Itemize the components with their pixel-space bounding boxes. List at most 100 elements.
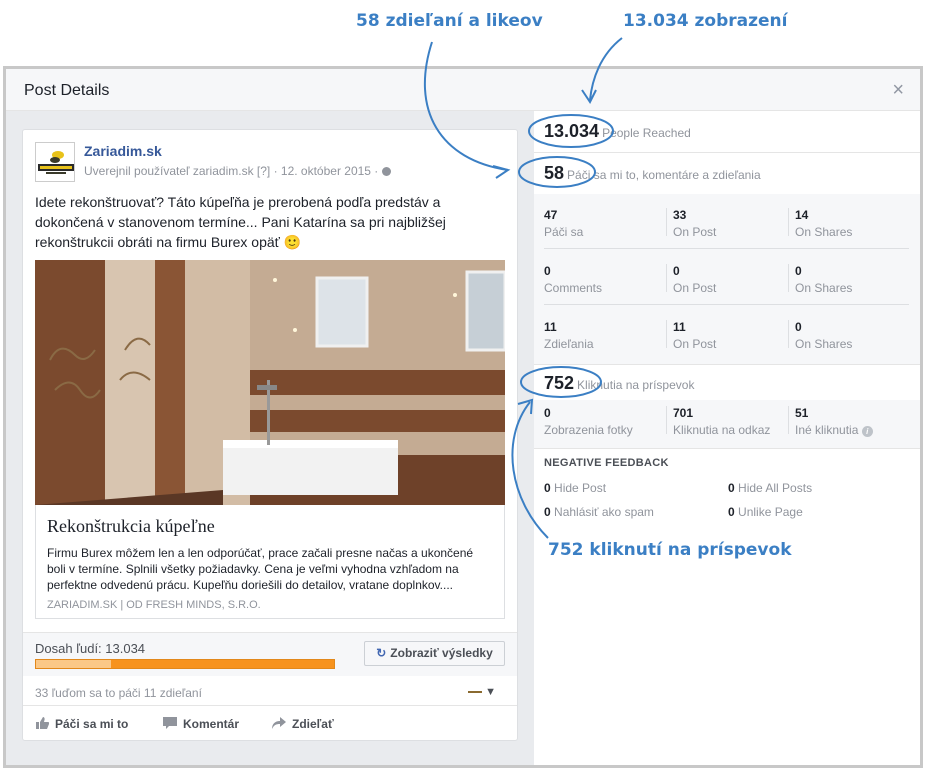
people-reached-stat: 13.034 People Reached (544, 121, 691, 142)
divider (544, 248, 909, 249)
grid-value: 33 (673, 208, 687, 222)
people-reached-label: People Reached (602, 126, 691, 140)
clicks-label: Kliknutia na odkaz (673, 423, 771, 437)
grid-label: Zdieľania (544, 337, 594, 351)
other-clicks-label: Iné kliknutia (795, 423, 859, 437)
info-icon[interactable]: i (861, 426, 873, 437)
divider (534, 448, 920, 449)
like-action-label: Páči sa mi to (55, 717, 129, 731)
clicks-value: 51 (795, 406, 809, 420)
grid-value: 47 (544, 208, 558, 222)
link-description: Firmu Burex môžem len a len odporúčať, p… (47, 546, 474, 592)
divider (788, 320, 789, 348)
grid-label: Comments (544, 281, 603, 295)
post-clicks-stat: 752 Kliknutia na príspevok (544, 373, 694, 394)
grid-label: On Post (673, 337, 717, 351)
negative-feedback-item: 0 Unlike Page (728, 505, 803, 519)
grid-label: On Post (673, 225, 717, 239)
viewer-dropdown[interactable]: ▼ (468, 686, 496, 698)
nf-label: Hide All Posts (738, 481, 813, 495)
grid-cell: 51 Iné kliknutia i (795, 406, 913, 437)
negative-feedback-item: 0 Hide All Posts (728, 481, 812, 495)
post-meta: Uverejnil používateľ zariadim.sk [?] · 1… (84, 164, 391, 178)
reach-label: Dosah ľudí: 13.034 (35, 641, 146, 656)
like-action-button[interactable]: Páči sa mi to (35, 717, 128, 731)
grid-cell: 11 Zdieľania (544, 320, 662, 351)
divider (544, 304, 909, 305)
negative-feedback-item: 0 Nahlásiť ako spam (544, 505, 654, 519)
reach-organic-fill (36, 660, 111, 668)
nf-label: Unlike Page (738, 505, 803, 519)
divider (534, 364, 920, 365)
refresh-icon: ↻ (376, 646, 387, 660)
divider (788, 208, 789, 236)
clicks-label: Iné kliknutia i (795, 423, 913, 437)
clicks-value: 0 (544, 406, 551, 420)
modal-header: Post Details × (6, 69, 920, 111)
globe-icon (381, 167, 391, 176)
nf-value: 0 (728, 481, 735, 495)
comment-action-button[interactable]: Komentár (163, 717, 239, 731)
post-clicks-label: Kliknutia na príspevok (577, 378, 695, 392)
post-meta-text: Uverejnil používateľ zariadim.sk [?] · 1… (84, 164, 382, 178)
grid-value: 0 (544, 264, 551, 278)
action-row: Páči sa mi to Komentár Zdieľať (23, 707, 517, 741)
link-source: ZARIADIM.SK | OD FRESH MINDS, S.R.O. (47, 599, 261, 611)
reactions-breakdown: 47 Páči sa 33 On Post 14 On Shares 0 Comment… (534, 194, 920, 364)
thumbs-up-icon (36, 717, 49, 729)
divider (534, 152, 920, 153)
grid-cell: 33 On Post (673, 208, 791, 239)
close-icon[interactable]: × (892, 79, 904, 102)
reactions-stat: 58 Páči sa mi to, komentáre a zdieľania (544, 163, 761, 184)
post-photo[interactable] (35, 260, 505, 505)
divider (666, 320, 667, 348)
grid-cell: 0 Comments (544, 264, 662, 295)
grid-value: 14 (795, 208, 809, 222)
grid-value: 11 (673, 320, 686, 334)
grid-value: 11 (544, 320, 557, 334)
grid-label: On Shares (795, 225, 853, 239)
link-preview[interactable]: Rekonštrukcia kúpeľne Firmu Burex môžem … (35, 505, 505, 619)
negative-feedback-item: 0 Hide Post (544, 481, 606, 495)
grid-label: On Shares (795, 281, 853, 295)
viewer-icon (468, 687, 482, 693)
screenshot-canvas: 58 zdieľaní a likeov 13.034 zobrazení Po… (0, 0, 926, 770)
share-action-button[interactable]: Zdieľať (272, 717, 334, 731)
divider (666, 264, 667, 292)
nf-label: Nahlásiť ako spam (554, 505, 654, 519)
people-reached-value: 13.034 (544, 121, 600, 141)
comment-icon (163, 717, 177, 729)
share-icon (272, 717, 286, 729)
view-results-button[interactable]: ↻ Zobraziť výsledky (364, 641, 505, 666)
reactions-label: Páči sa mi to, komentáre a zdieľania (567, 168, 761, 182)
grid-cell: 14 On Shares (795, 208, 913, 239)
chevron-down-icon: ▼ (485, 686, 496, 698)
grid-value: 0 (795, 320, 802, 334)
grid-cell: 0 On Shares (795, 264, 913, 295)
reactions-value: 58 (544, 163, 565, 183)
grid-value: 0 (795, 264, 802, 278)
comment-action-label: Komentár (183, 717, 240, 731)
grid-value: 0 (673, 264, 680, 278)
divider (788, 264, 789, 292)
post-text: Idete rekonštruovať? Táto kúpeľňa je pre… (35, 194, 446, 250)
post-details-modal: Post Details × Zariadim.sk Uverejnil pou… (3, 66, 923, 768)
grid-label: Páči sa (544, 225, 584, 239)
divider (666, 208, 667, 236)
engagement-summary[interactable]: 33 ľuďom sa to páči 11 zdieľaní (35, 686, 202, 700)
reach-summary: Dosah ľudí: 13.034 ↻ Zobraziť výsledky (23, 632, 517, 676)
share-action-label: Zdieľať (292, 717, 334, 731)
zariadim-logo-icon[interactable] (35, 142, 75, 182)
grid-cell: 11 On Post (673, 320, 791, 351)
grid-cell: 0 On Post (673, 264, 791, 295)
annotation-shares-likes: 58 zdieľaní a likeov (356, 11, 543, 31)
page-name-link[interactable]: Zariadim.sk (84, 143, 162, 159)
view-results-label: Zobraziť výsledky (390, 646, 493, 660)
link-title[interactable]: Rekonštrukcia kúpeľne (47, 516, 215, 537)
grid-label: On Post (673, 281, 717, 295)
engagement-row: 33 ľuďom sa to páči 11 zdieľaní ▼ (23, 676, 517, 706)
post-card: Zariadim.sk Uverejnil používateľ zariadi… (22, 129, 518, 741)
grid-cell: 0 On Shares (795, 320, 913, 351)
modal-title: Post Details (24, 82, 110, 99)
post-clicks-value: 752 (544, 373, 575, 393)
